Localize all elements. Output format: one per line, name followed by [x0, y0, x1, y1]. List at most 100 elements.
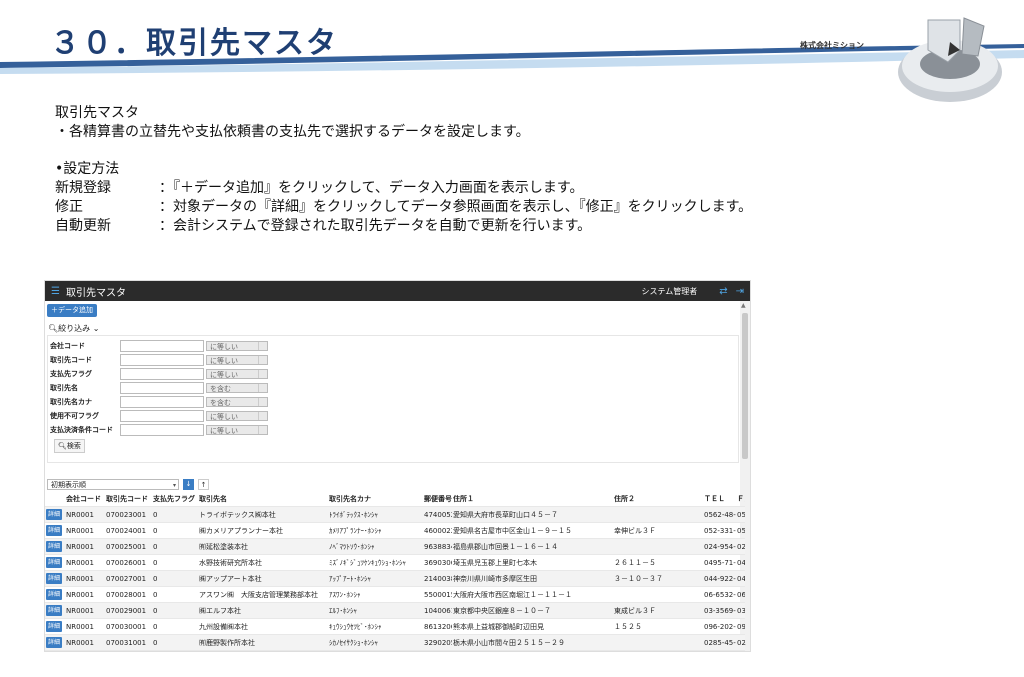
chevron-down-icon: ▾ [172, 481, 176, 489]
search-icon: 🔍︎ [58, 442, 67, 450]
table-header-row: 会社コード 取引先コード 支払先フラグ 取引先名 取引先名カナ 郵便番号 住所１ 住所２ ＴＥＬ… [45, 492, 745, 507]
company-logo [898, 17, 1002, 102]
table-row: 詳細 NR0001 070027001 0 ㈱アップアート本社 ｱｯﾌﾟｱｰﾄ･ﾎﾝｼｬ 2… [45, 570, 745, 587]
detail-button[interactable]: 詳細 [46, 589, 63, 600]
detail-cell: 詳細 [45, 602, 65, 619]
filter-operator[interactable]: を含む [206, 383, 268, 393]
table-cell: 03-3569-0315 [703, 602, 736, 619]
filter-input[interactable] [120, 340, 204, 352]
detail-button[interactable]: 詳細 [46, 637, 63, 648]
filter-row: 会社コード に等しい [50, 340, 268, 352]
table-cell: ㈱アップアート本社 [198, 570, 328, 587]
table-cell: 福島県郡山市回景１－１６－１４ [452, 538, 613, 555]
search-button[interactable]: 🔍︎検索 [54, 439, 85, 453]
table-cell: 東京都中央区銀座８－１０－７ [452, 602, 613, 619]
table-cell: 9830821 [423, 650, 452, 651]
filter-label: 使用不可フラグ [50, 412, 99, 420]
table-cell: 070023001 [105, 506, 152, 523]
menu-icon[interactable]: ☰ [51, 286, 60, 297]
table-cell: 4740052 [423, 506, 452, 523]
table-cell: 愛知県名古屋市中区金山１－９－１５ [452, 522, 613, 539]
scrollbar-thumb[interactable] [742, 313, 748, 459]
table-cell: 九州設備㈱本社 [198, 618, 328, 635]
filter-operator[interactable]: に等しい [206, 341, 268, 351]
detail-cell: 詳細 [45, 650, 65, 651]
table-cell: 022 [736, 650, 745, 651]
column-header [45, 492, 65, 507]
table-cell: 幸伸ビル３Ｆ [613, 522, 703, 539]
filter-label: 会社コード [50, 342, 85, 350]
switch-icon[interactable]: ⇄ [719, 286, 727, 297]
sort-descending-button[interactable]: ↑ [198, 478, 209, 490]
table-cell: ㈲延松塗装本社 [198, 538, 328, 555]
filter-operator[interactable]: に等しい [206, 411, 268, 421]
filter-operator[interactable]: に等しい [206, 355, 268, 365]
table-cell: 水野技術研究所本社 [198, 554, 328, 571]
detail-button[interactable]: 詳細 [46, 509, 63, 520]
method-term: 修正 [55, 199, 83, 215]
company-name: 株式会社ミション [800, 41, 864, 50]
table-cell: ㈲鹿野製作所本社 [198, 634, 328, 651]
filter-input[interactable] [120, 354, 204, 366]
method-desc: ：対象データの『詳細』をクリックしてデータ参照画面を表示し、『修正』をクリックし… [159, 199, 753, 215]
detail-button[interactable]: 詳細 [46, 621, 63, 632]
table-cell: 056 [736, 506, 745, 523]
user-name[interactable]: システム管理者 [641, 286, 697, 297]
table-cell: １－７－１２ [613, 650, 703, 651]
detail-cell: 詳細 [45, 522, 65, 539]
method-item: 修正 ：対象データの『詳細』をクリックしてデータ参照画面を表示し、『修正』をクリッ… [55, 198, 752, 217]
table-cell: 3690306 [423, 554, 452, 571]
table-cell: 049 [736, 554, 745, 571]
filter-toggle[interactable]: 🔍︎絞り込み ⌄ [48, 323, 99, 334]
table-cell: 愛知県大府市長草町山口４５－７ [452, 506, 613, 523]
detail-button[interactable]: 詳細 [46, 573, 63, 584]
detail-cell: 詳細 [45, 506, 65, 523]
filter-label: 支払決済条件コード [50, 426, 113, 434]
filter-input[interactable] [120, 424, 204, 436]
sort-ascending-button[interactable]: ↓ [183, 478, 194, 490]
detail-button[interactable]: 詳細 [46, 541, 63, 552]
table-cell: 052-331-2630 [703, 522, 736, 539]
table-cell [613, 506, 703, 523]
table-row: 詳細 NR0001 070030001 0 九州設備㈱本社 ｷｭｳｼｭｳｾﾂﾋﾞ･ﾎﾝｼｬ… [45, 618, 745, 635]
table-cell: ｴﾙﾌ･ﾎﾝｼｬ [328, 602, 423, 619]
logout-icon[interactable]: ⇥ [736, 286, 744, 297]
column-header [276, 492, 328, 507]
sort-controls: 初期表示順 ▾ ↓ ↑ [47, 478, 209, 490]
table-cell: 0 [152, 618, 198, 635]
filter-input[interactable] [120, 410, 204, 422]
table-cell: 03- [736, 602, 745, 619]
filter-operator[interactable]: に等しい [206, 425, 268, 435]
table-cell: 0495-71-9083 [703, 554, 736, 571]
detail-button[interactable]: 詳細 [46, 605, 63, 616]
table-row: 詳細NR00010700290010㈱エルフ本社ｴﾙﾌ･ﾎﾝｼｬ1040061東… [45, 602, 745, 619]
detail-button[interactable]: 詳細 [46, 525, 63, 536]
filter-label: 取引先コード [50, 356, 92, 364]
table-cell: ２６１１－５ [613, 554, 703, 571]
table-cell: 070024001 [105, 522, 152, 539]
filter-input[interactable] [120, 382, 204, 394]
filter-operator[interactable]: を含む [206, 397, 268, 407]
filter-toggle-label: 絞り込み [58, 324, 91, 333]
filter-input[interactable] [120, 368, 204, 380]
column-header: 住所１ [453, 495, 474, 503]
app-title: 取引先マスタ [65, 287, 126, 299]
sort-select[interactable]: 初期表示順 ▾ [47, 478, 179, 490]
filter-label: 支払先フラグ [50, 370, 92, 378]
scroll-up-icon[interactable]: ▲ [741, 302, 746, 309]
column-header: 支払先フラグ [153, 495, 195, 503]
filter-operator[interactable]: に等しい [206, 369, 268, 379]
detail-button[interactable]: 詳細 [46, 557, 63, 568]
table-cell: 0285-45-1721 [703, 634, 736, 651]
table-cell: 8613206 [423, 618, 452, 635]
add-data-button[interactable]: ＋データ追加 [47, 304, 97, 317]
table-cell: 0 [152, 650, 198, 651]
filter-input[interactable] [120, 396, 204, 408]
table-cell [613, 586, 703, 603]
desc-line: 取引先マスタ [55, 105, 139, 121]
table-cell: 024 [736, 538, 745, 555]
column-header: 住所２ [614, 495, 635, 503]
method-term: 自動更新 [55, 218, 111, 234]
filter-label: 取引先名 [50, 384, 78, 392]
detail-cell: 詳細 [45, 554, 65, 571]
